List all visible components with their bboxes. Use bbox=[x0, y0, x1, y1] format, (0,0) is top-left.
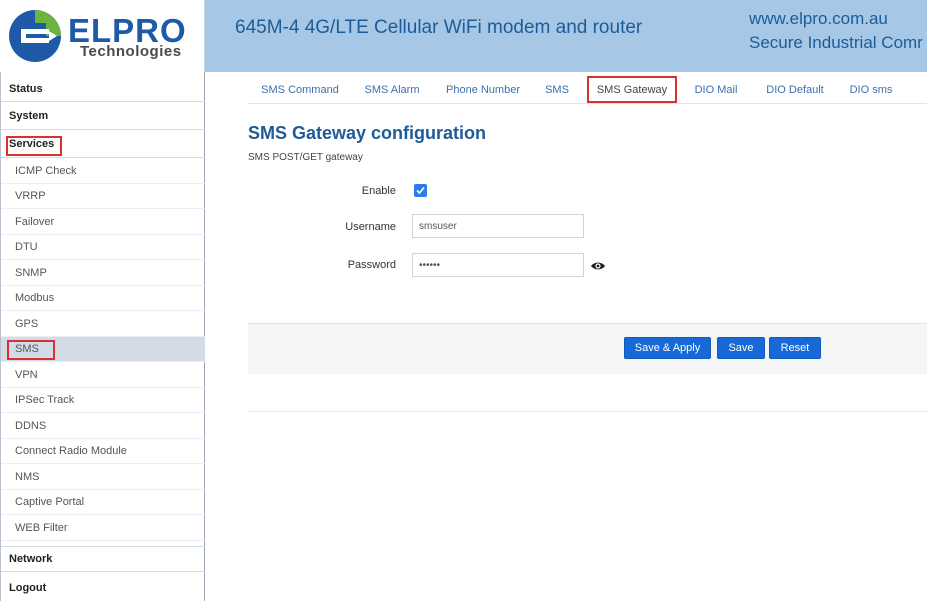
sidebar-item-network[interactable]: Network bbox=[1, 546, 205, 572]
sidebar-item-system[interactable]: System bbox=[1, 102, 205, 130]
sidebar-subitem-failover[interactable]: Failover bbox=[1, 209, 205, 235]
save-apply-button[interactable]: Save & Apply bbox=[624, 337, 711, 359]
sidebar-subitem-vpn[interactable]: VPN bbox=[1, 362, 205, 388]
service-tabs: SMS Command SMS Alarm Phone Number SMS S… bbox=[248, 76, 927, 103]
logo-subtitle: Technologies bbox=[80, 43, 182, 60]
save-button[interactable]: Save bbox=[717, 337, 765, 359]
tab-dio-sms[interactable]: DIO sms bbox=[842, 76, 900, 103]
username-input[interactable] bbox=[412, 214, 584, 238]
sidebar-subitem-snmp[interactable]: SNMP bbox=[1, 260, 205, 286]
top-header: ELPRO Technologies 645M-4 4G/LTE Cellula… bbox=[0, 0, 927, 72]
tab-sms-command[interactable]: SMS Command bbox=[254, 76, 346, 103]
reset-button[interactable]: Reset bbox=[769, 337, 821, 359]
enable-checkbox[interactable] bbox=[414, 184, 427, 197]
sidebar-subitem-captive-portal[interactable]: Captive Portal bbox=[1, 490, 205, 515]
sidebar-item-services[interactable]: Services bbox=[1, 130, 205, 158]
website-link[interactable]: www.elpro.com.au bbox=[749, 9, 888, 29]
sidebar-subitem-connect-radio-module[interactable]: Connect Radio Module bbox=[1, 439, 205, 464]
sidebar-subitem-nms[interactable]: NMS bbox=[1, 464, 205, 490]
sidebar-subitem-web-filter[interactable]: WEB Filter bbox=[1, 515, 205, 541]
tab-phone-number[interactable]: Phone Number bbox=[438, 76, 528, 103]
tab-sms-alarm[interactable]: SMS Alarm bbox=[356, 76, 428, 103]
sidebar-subitem-ipsec-track[interactable]: IPSec Track bbox=[1, 388, 205, 413]
sidebar-item-status[interactable]: Status bbox=[1, 77, 205, 102]
password-label: Password bbox=[347, 259, 396, 271]
tab-sms-gateway[interactable]: SMS Gateway bbox=[587, 76, 677, 103]
elpro-logo-icon bbox=[9, 10, 61, 62]
device-title: 645M-4 4G/LTE Cellular WiFi modem and ro… bbox=[235, 17, 643, 38]
sidebar-subitem-dtu[interactable]: DTU bbox=[1, 235, 205, 260]
eye-icon[interactable] bbox=[590, 259, 606, 273]
sidebar-nav: Status System Services ICMP Check VRRP F… bbox=[0, 72, 205, 601]
sidebar-subitem-gps[interactable]: GPS bbox=[1, 311, 205, 337]
page-title: SMS Gateway configuration bbox=[248, 123, 487, 143]
tabs-divider bbox=[248, 103, 927, 104]
enable-label: Enable bbox=[361, 185, 396, 197]
tab-dio-default[interactable]: DIO Default bbox=[756, 76, 834, 103]
content-divider bbox=[248, 411, 927, 412]
checkmark-icon bbox=[416, 186, 425, 195]
company-tagline: Secure Industrial Comr bbox=[749, 33, 923, 52]
sidebar-subitem-sms[interactable]: SMS bbox=[1, 337, 205, 362]
username-label: Username bbox=[345, 221, 396, 233]
sidebar-item-logout[interactable]: Logout bbox=[1, 574, 205, 601]
sidebar-subitem-ddns[interactable]: DDNS bbox=[1, 413, 205, 439]
brand-logo: ELPRO Technologies bbox=[0, 0, 205, 72]
sidebar-subitem-vrrp[interactable]: VRRP bbox=[1, 184, 205, 209]
password-input[interactable] bbox=[412, 253, 584, 277]
sidebar-subitem-icmp-check[interactable]: ICMP Check bbox=[1, 158, 205, 184]
tab-sms[interactable]: SMS bbox=[538, 76, 576, 103]
sidebar-subitem-modbus[interactable]: Modbus bbox=[1, 286, 205, 311]
app-window: ELPRO Technologies 645M-4 4G/LTE Cellula… bbox=[0, 0, 927, 601]
form-actions-bar bbox=[248, 323, 927, 374]
page-description: SMS POST/GET gateway bbox=[248, 152, 363, 163]
tab-dio-mail[interactable]: DIO Mail bbox=[688, 76, 744, 103]
